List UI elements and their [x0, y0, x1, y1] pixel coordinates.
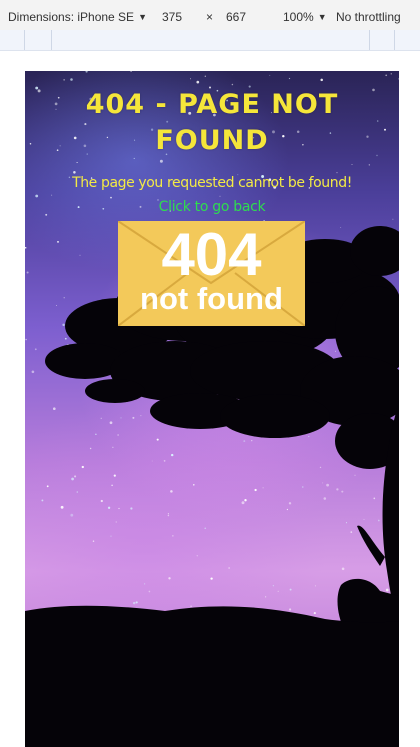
zoom-select[interactable]: 100% ▼	[283, 10, 327, 24]
envelope-code: 404	[161, 221, 262, 288]
device-select-label: Dimensions: iPhone SE	[8, 10, 135, 24]
envelope-404-image: 404 not found	[118, 221, 305, 326]
page-title: 404 - PAGE NOT FOUND	[85, 89, 339, 156]
go-back-link[interactable]: Click to go back	[25, 199, 399, 215]
device-toolbar: Dimensions: iPhone SE ▼ 375 × 667 100% ▼ N…	[0, 0, 420, 34]
media-query-segment[interactable]	[51, 30, 370, 50]
caret-down-icon: ▼	[317, 12, 327, 22]
device-select[interactable]: Dimensions: iPhone SE ▼	[8, 10, 147, 24]
device-viewport: 404 - PAGE NOT FOUND The page you reques…	[25, 71, 399, 747]
error-subtitle: The page you requested cannot be found!	[72, 175, 352, 191]
zoom-label: 100%	[283, 10, 314, 24]
envelope-text: not found	[140, 281, 283, 316]
height-input[interactable]: 667	[226, 10, 246, 24]
media-query-bar[interactable]	[0, 30, 420, 51]
throttling-select[interactable]: No throttling	[336, 10, 401, 24]
media-query-segment[interactable]	[24, 30, 52, 50]
width-input[interactable]: 375	[162, 10, 182, 24]
media-query-segment[interactable]	[369, 30, 395, 50]
throttling-label: No throttling	[336, 10, 401, 24]
times-separator: ×	[206, 10, 214, 24]
caret-down-icon: ▼	[138, 12, 147, 22]
media-query-segment[interactable]	[0, 30, 25, 50]
tree-silhouette-image	[25, 226, 399, 747]
